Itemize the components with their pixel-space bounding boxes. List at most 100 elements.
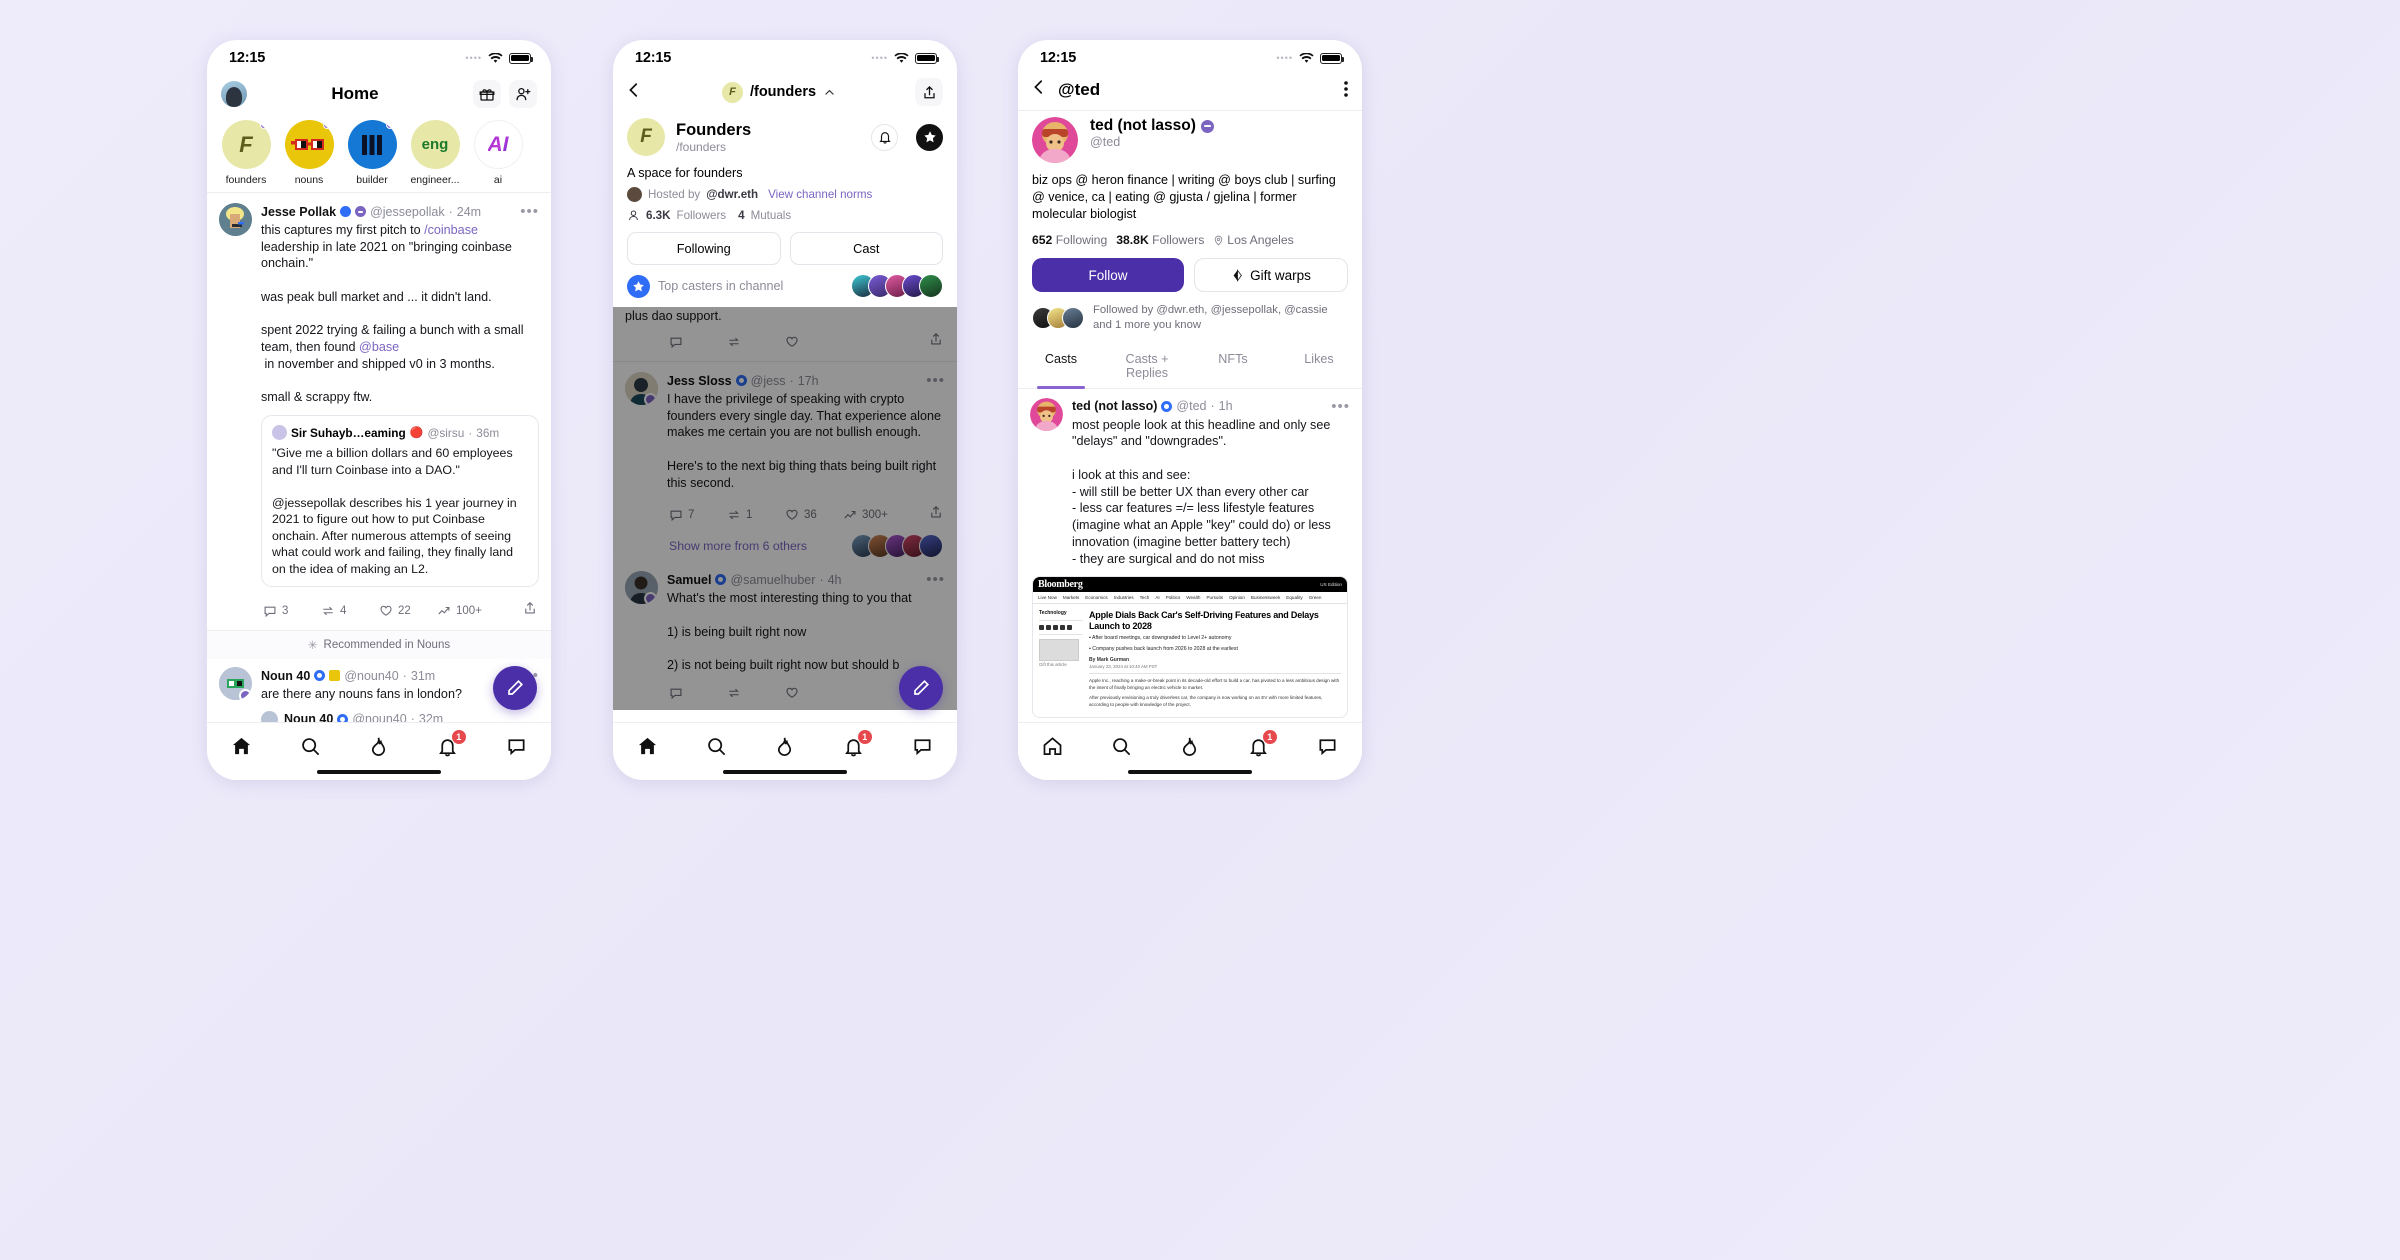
tab-home[interactable]	[223, 732, 259, 762]
like-action[interactable]	[785, 335, 843, 349]
avatar[interactable]	[625, 372, 658, 405]
cast-author-name[interactable]: Jesse Pollak	[261, 205, 336, 219]
quoted-cast[interactable]: Sir Suhayb…eaming 🔴 @sirsu · 36m "Give m…	[261, 415, 539, 588]
channel-item-builder[interactable]: builder	[345, 120, 399, 186]
share-action[interactable]	[929, 505, 943, 524]
like-action[interactable]	[785, 686, 843, 700]
cast-author-handle[interactable]: @ted	[1176, 399, 1206, 413]
cast-more-menu-icon[interactable]: •••	[926, 372, 945, 389]
reply-action[interactable]: 7	[669, 508, 727, 522]
news-nav-item[interactable]: Politics	[1166, 595, 1181, 600]
news-nav-item[interactable]: Businessweek	[1251, 595, 1280, 600]
avatar[interactable]	[219, 203, 252, 236]
avatar[interactable]	[1030, 397, 1063, 431]
tab-casts-replies[interactable]: Casts + Replies	[1104, 344, 1190, 388]
tab-home[interactable]	[629, 732, 665, 762]
news-nav-item[interactable]: Wealth	[1186, 595, 1200, 600]
cast-author-name[interactable]: Jess Sloss	[667, 374, 732, 388]
tab-trending[interactable]	[767, 732, 803, 762]
news-nav-item[interactable]: Markets	[1063, 595, 1079, 600]
like-action[interactable]: 22	[379, 604, 437, 618]
share-button[interactable]	[915, 78, 943, 106]
news-nav-item[interactable]: Pursuits	[1206, 595, 1223, 600]
show-more-link[interactable]: Show more from 6 others	[669, 539, 807, 553]
news-nav-item[interactable]: AI	[1155, 595, 1159, 600]
following-label[interactable]: Following	[1056, 233, 1107, 247]
avatar[interactable]	[219, 667, 252, 701]
chevron-up-icon[interactable]	[823, 86, 836, 99]
recast-action[interactable]	[727, 335, 785, 349]
channel-host-handle[interactable]: @dwr.eth	[706, 188, 758, 201]
channel-feed[interactable]: plus dao support. Jess Sloss @jess · 17h…	[613, 307, 957, 711]
recast-action[interactable]: 4	[321, 604, 379, 618]
follow-button[interactable]: Follow	[1032, 258, 1184, 293]
cast-more-menu-icon[interactable]: •••	[520, 203, 539, 220]
segment-cast[interactable]: Cast	[789, 232, 943, 265]
views-action[interactable]: 300+	[843, 508, 907, 522]
channel-pill[interactable]: F /founders	[721, 81, 836, 103]
share-action[interactable]	[523, 601, 537, 620]
cast-item[interactable]: Samuel @samuelhuber · 4h ••• What's the …	[613, 567, 957, 680]
reply-action[interactable]	[669, 686, 727, 700]
cast-author-handle[interactable]: @noun40	[344, 669, 398, 683]
channel-item-founders[interactable]: F founders	[219, 120, 273, 186]
channel-notifications-button[interactable]	[871, 123, 898, 151]
news-nav-item[interactable]: Equality	[1286, 595, 1302, 600]
add-user-icon[interactable]	[509, 80, 537, 108]
cast-author-name[interactable]: ted (not lasso)	[1072, 399, 1157, 413]
tab-notifications[interactable]: 1	[1241, 729, 1277, 762]
channel-avatar[interactable]: F	[627, 118, 665, 156]
views-action[interactable]: 100+	[437, 604, 501, 618]
tab-messages[interactable]	[499, 732, 535, 762]
avatar[interactable]	[1032, 117, 1078, 163]
avatar[interactable]	[625, 571, 658, 605]
channel-item-ai[interactable]: AI ai	[471, 120, 525, 186]
more-menu-button[interactable]	[1344, 80, 1348, 99]
compose-cast-button[interactable]	[899, 666, 943, 710]
gift-warps-button[interactable]: Gift warps	[1194, 258, 1348, 293]
channel-norms-link[interactable]: View channel norms	[768, 188, 872, 201]
tab-search[interactable]	[292, 732, 328, 762]
back-button[interactable]	[1030, 78, 1048, 101]
tab-casts[interactable]: Casts	[1018, 344, 1104, 389]
share-action[interactable]	[929, 332, 943, 351]
news-nav-item[interactable]: Live Now	[1038, 595, 1057, 600]
top-casters-row[interactable]: Top casters in channel	[613, 265, 957, 307]
gift-icon[interactable]	[473, 80, 501, 108]
tab-trending[interactable]	[1172, 732, 1208, 762]
cast-item[interactable]: Jesse Pollak @jessepollak · 24m ••• this…	[207, 193, 551, 593]
cast-author-handle[interactable]: @jessepollak	[370, 205, 445, 219]
cast-author-name[interactable]: Noun 40	[261, 669, 310, 683]
channel-item-engineering[interactable]: eng engineer...	[408, 120, 462, 186]
tab-likes[interactable]: Likes	[1276, 344, 1362, 388]
tab-messages[interactable]	[1310, 732, 1346, 762]
reply-action[interactable]: 3	[263, 604, 321, 618]
cast-more-menu-icon[interactable]: •••	[926, 571, 945, 588]
tab-trending[interactable]	[361, 732, 397, 762]
back-button[interactable]	[625, 81, 643, 104]
news-nav-item[interactable]: Green	[1309, 595, 1322, 600]
segment-following[interactable]: Following	[627, 232, 781, 265]
cast-item[interactable]: ted (not lasso) @ted · 1h ••• most peopl…	[1018, 389, 1362, 568]
cast-author-name[interactable]: Samuel	[667, 573, 711, 587]
followers-label[interactable]: Followers	[1152, 233, 1204, 247]
news-nav-item[interactable]: Opinion	[1229, 595, 1245, 600]
news-nav-item[interactable]: Tech	[1140, 595, 1150, 600]
cast-author-handle[interactable]: @samuelhuber	[730, 573, 815, 587]
recast-action[interactable]	[727, 686, 785, 700]
news-nav-item[interactable]: Economics	[1085, 595, 1107, 600]
cast-author-handle[interactable]: @jess	[751, 374, 786, 388]
user-mention[interactable]: @base	[359, 340, 399, 354]
channel-favorite-button[interactable]	[916, 123, 943, 151]
channel-item-nouns[interactable]: nouns	[282, 120, 336, 186]
cast-more-menu-icon[interactable]: •••	[1331, 398, 1350, 415]
news-nav-item[interactable]: Industries	[1114, 595, 1134, 600]
cast-item[interactable]: Jess Sloss @jess · 17h ••• I have the pr…	[613, 362, 957, 497]
top-casters-avatars[interactable]	[851, 274, 943, 298]
avatar[interactable]	[221, 81, 247, 107]
tab-messages[interactable]	[905, 732, 941, 762]
tab-home[interactable]	[1034, 732, 1070, 762]
followed-by-row[interactable]: Followed by @dwr.eth, @jessepollak, @cas…	[1018, 292, 1362, 332]
tab-search[interactable]	[1103, 732, 1139, 762]
tab-notifications[interactable]: 1	[836, 729, 872, 762]
